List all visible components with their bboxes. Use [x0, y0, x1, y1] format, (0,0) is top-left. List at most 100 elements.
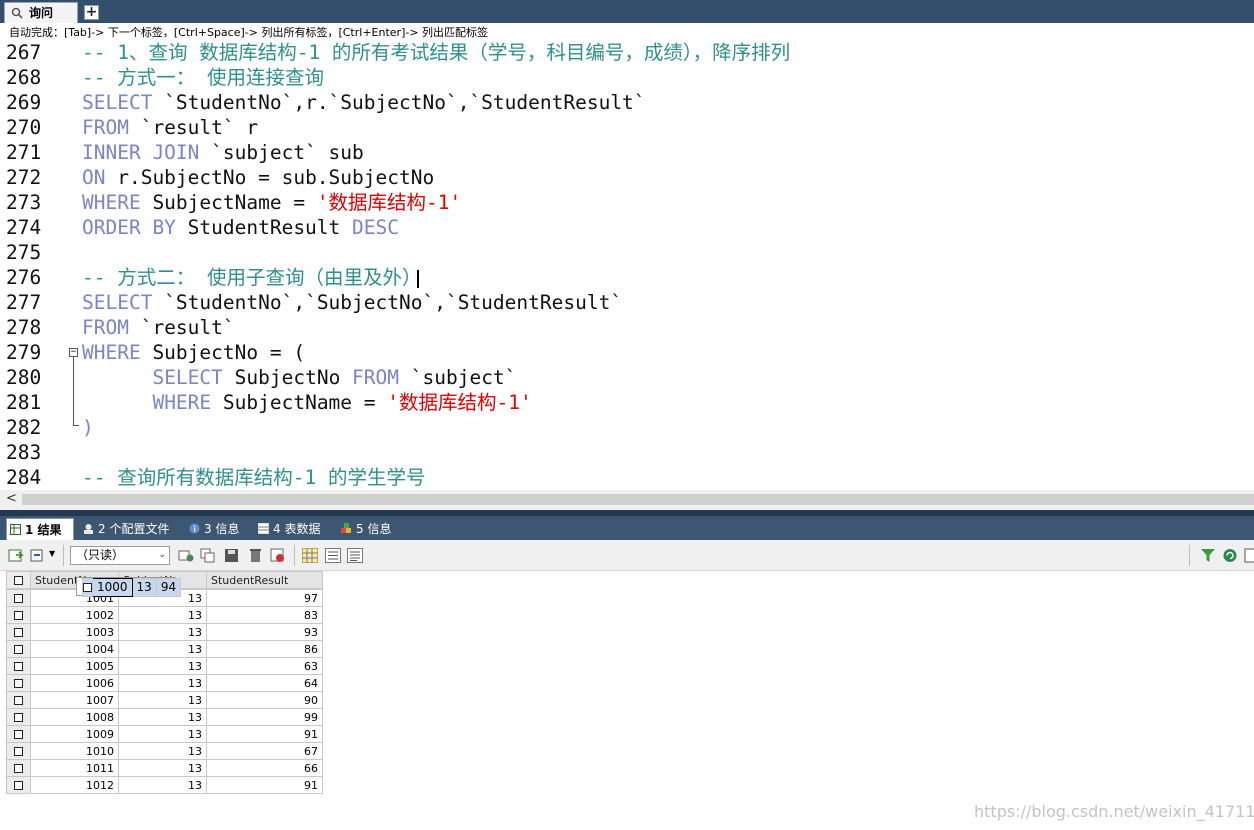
- table-row[interactable]: 1007 13 90: [6, 691, 323, 709]
- code-line[interactable]: 281 WHERE SubjectName = '数据库结构-1': [0, 390, 1254, 415]
- row-checkbox[interactable]: [14, 628, 23, 637]
- row-select-cell[interactable]: [6, 708, 31, 726]
- row-select-cell[interactable]: [6, 725, 31, 743]
- tab-info-2[interactable]: 5 信息: [338, 518, 400, 540]
- readonly-select[interactable]: （只读） ⌄: [70, 546, 170, 565]
- row-select-cell[interactable]: [6, 674, 31, 692]
- cell-subjectno[interactable]: 13: [118, 640, 207, 658]
- row-checkbox[interactable]: [83, 583, 92, 592]
- export-icon[interactable]: [8, 548, 24, 563]
- cell-subjectno[interactable]: 13: [118, 759, 207, 777]
- scrollbar-thumb[interactable]: [22, 494, 1254, 505]
- code-line[interactable]: 271 INNER JOIN `subject` sub: [0, 140, 1254, 165]
- select-all-cell[interactable]: [6, 571, 31, 589]
- row-select-cell[interactable]: [6, 657, 31, 675]
- cell-subjectno[interactable]: 13: [118, 606, 207, 624]
- row-select-cell[interactable]: [6, 759, 31, 777]
- code-line[interactable]: 274 ORDER BY StudentResult DESC: [0, 215, 1254, 240]
- row-select-cell[interactable]: [6, 691, 31, 709]
- save-icon[interactable]: [224, 548, 240, 563]
- import-icon[interactable]: [30, 548, 46, 563]
- cell-studentresult[interactable]: 67: [206, 742, 323, 760]
- cell-studentresult[interactable]: 91: [206, 725, 323, 743]
- grid-view-icon[interactable]: [302, 548, 318, 563]
- tab-table-data[interactable]: 4 表数据: [255, 518, 333, 540]
- cell-studentno[interactable]: 1011: [30, 759, 119, 777]
- column-header-studentresult[interactable]: StudentResult: [206, 571, 323, 589]
- cell-studentno[interactable]: 1008: [30, 708, 119, 726]
- cell-studentresult[interactable]: 94: [155, 578, 182, 597]
- import-dropdown-icon[interactable]: ▼: [49, 549, 55, 558]
- row-select-cell[interactable]: [6, 742, 31, 760]
- cell-studentno[interactable]: 1003: [30, 623, 119, 641]
- table-row[interactable]: 1011 13 66: [6, 759, 323, 777]
- cell-studentresult[interactable]: 93: [206, 623, 323, 641]
- cell-subjectno[interactable]: 13: [118, 725, 207, 743]
- row-select-cell[interactable]: [6, 640, 31, 658]
- tab-info[interactable]: 3 信息: [186, 518, 248, 540]
- code-line[interactable]: 275: [0, 240, 1254, 265]
- scroll-left-icon[interactable]: <: [6, 491, 17, 506]
- code-line[interactable]: 277 SELECT `StudentNo`,`SubjectNo`,`Stude…: [0, 290, 1254, 315]
- fold-toggle-icon[interactable]: −: [69, 348, 78, 357]
- cell-studentresult[interactable]: 90: [206, 691, 323, 709]
- cell-studentno[interactable]: 1002: [30, 606, 119, 624]
- table-row[interactable]: 1002 13 83: [6, 606, 323, 624]
- row-checkbox[interactable]: [14, 611, 23, 620]
- cell-subjectno[interactable]: 13: [118, 674, 207, 692]
- code-line[interactable]: 272 ON r.SubjectNo = sub.SubjectNo: [0, 165, 1254, 190]
- row-checkbox[interactable]: [14, 730, 23, 739]
- cell-studentno[interactable]: 1005: [30, 657, 119, 675]
- cell-studentno[interactable]: 1007: [30, 691, 119, 709]
- table-row[interactable]: 1012 13 91: [6, 776, 323, 794]
- add-row-icon[interactable]: [178, 548, 194, 563]
- cell-subjectno[interactable]: 13: [118, 691, 207, 709]
- code-line[interactable]: 283: [0, 440, 1254, 465]
- cell-studentno[interactable]: 1004: [30, 640, 119, 658]
- cell-subjectno[interactable]: 13: [118, 742, 207, 760]
- cell-subjectno[interactable]: 13: [118, 776, 207, 794]
- refresh-icon[interactable]: [1222, 548, 1238, 563]
- row-select-cell[interactable]: [82, 578, 93, 597]
- table-row[interactable]: 1006 13 64: [6, 674, 323, 692]
- tab-results[interactable]: 1 结果: [6, 518, 74, 540]
- tab-query[interactable]: 询问: [4, 2, 78, 23]
- row-checkbox[interactable]: [14, 713, 23, 722]
- code-line[interactable]: 276 -- 方式二： 使用子查询（由里及外）: [0, 265, 1254, 290]
- row-checkbox[interactable]: [14, 781, 23, 790]
- row-checkbox[interactable]: [14, 679, 23, 688]
- code-line[interactable]: 269 SELECT `StudentNo`,r.`SubjectNo`,`Stu…: [0, 90, 1254, 115]
- cell-studentno[interactable]: 1012: [30, 776, 119, 794]
- cell-studentresult[interactable]: 83: [206, 606, 323, 624]
- duplicate-row-icon[interactable]: [200, 548, 216, 563]
- table-row[interactable]: 1003 13 93: [6, 623, 323, 641]
- row-checkbox[interactable]: [14, 594, 23, 603]
- code-line[interactable]: 278 FROM `result`: [0, 315, 1254, 340]
- code-line[interactable]: 273 WHERE SubjectName = '数据库结构-1': [0, 190, 1254, 215]
- cell-studentno[interactable]: 1010: [30, 742, 119, 760]
- cell-studentresult[interactable]: 66: [206, 759, 323, 777]
- table-row[interactable]: 1005 13 63: [6, 657, 323, 675]
- row-checkbox[interactable]: [14, 662, 23, 671]
- table-row[interactable]: 1008 13 99: [6, 708, 323, 726]
- code-line[interactable]: 279 WHERE SubjectNo = (: [0, 340, 1254, 365]
- code-line[interactable]: 270 FROM `result` r: [0, 115, 1254, 140]
- row-select-cell[interactable]: [6, 589, 31, 607]
- table-row[interactable]: 1004 13 86: [6, 640, 323, 658]
- cell-studentno[interactable]: 1006: [30, 674, 119, 692]
- add-tab-button[interactable]: +: [84, 5, 99, 20]
- row-checkbox[interactable]: [14, 645, 23, 654]
- cell-studentresult[interactable]: 63: [206, 657, 323, 675]
- cell-studentresult[interactable]: 91: [206, 776, 323, 794]
- row-checkbox[interactable]: [14, 747, 23, 756]
- cell-studentresult[interactable]: 99: [206, 708, 323, 726]
- result-grid[interactable]: StudentNo SubjectNo StudentResult 100013…: [6, 571, 323, 794]
- code-line[interactable]: 268 -- 方式一： 使用连接查询: [0, 65, 1254, 90]
- code-line[interactable]: 282): [0, 415, 1254, 440]
- cell-studentno[interactable]: 1000: [92, 578, 133, 597]
- cancel-changes-icon[interactable]: [270, 548, 286, 563]
- row-checkbox[interactable]: [14, 696, 23, 705]
- row-select-cell[interactable]: [6, 776, 31, 794]
- editor-horizontal-scrollbar[interactable]: <: [0, 490, 1254, 510]
- delete-icon[interactable]: [248, 548, 264, 563]
